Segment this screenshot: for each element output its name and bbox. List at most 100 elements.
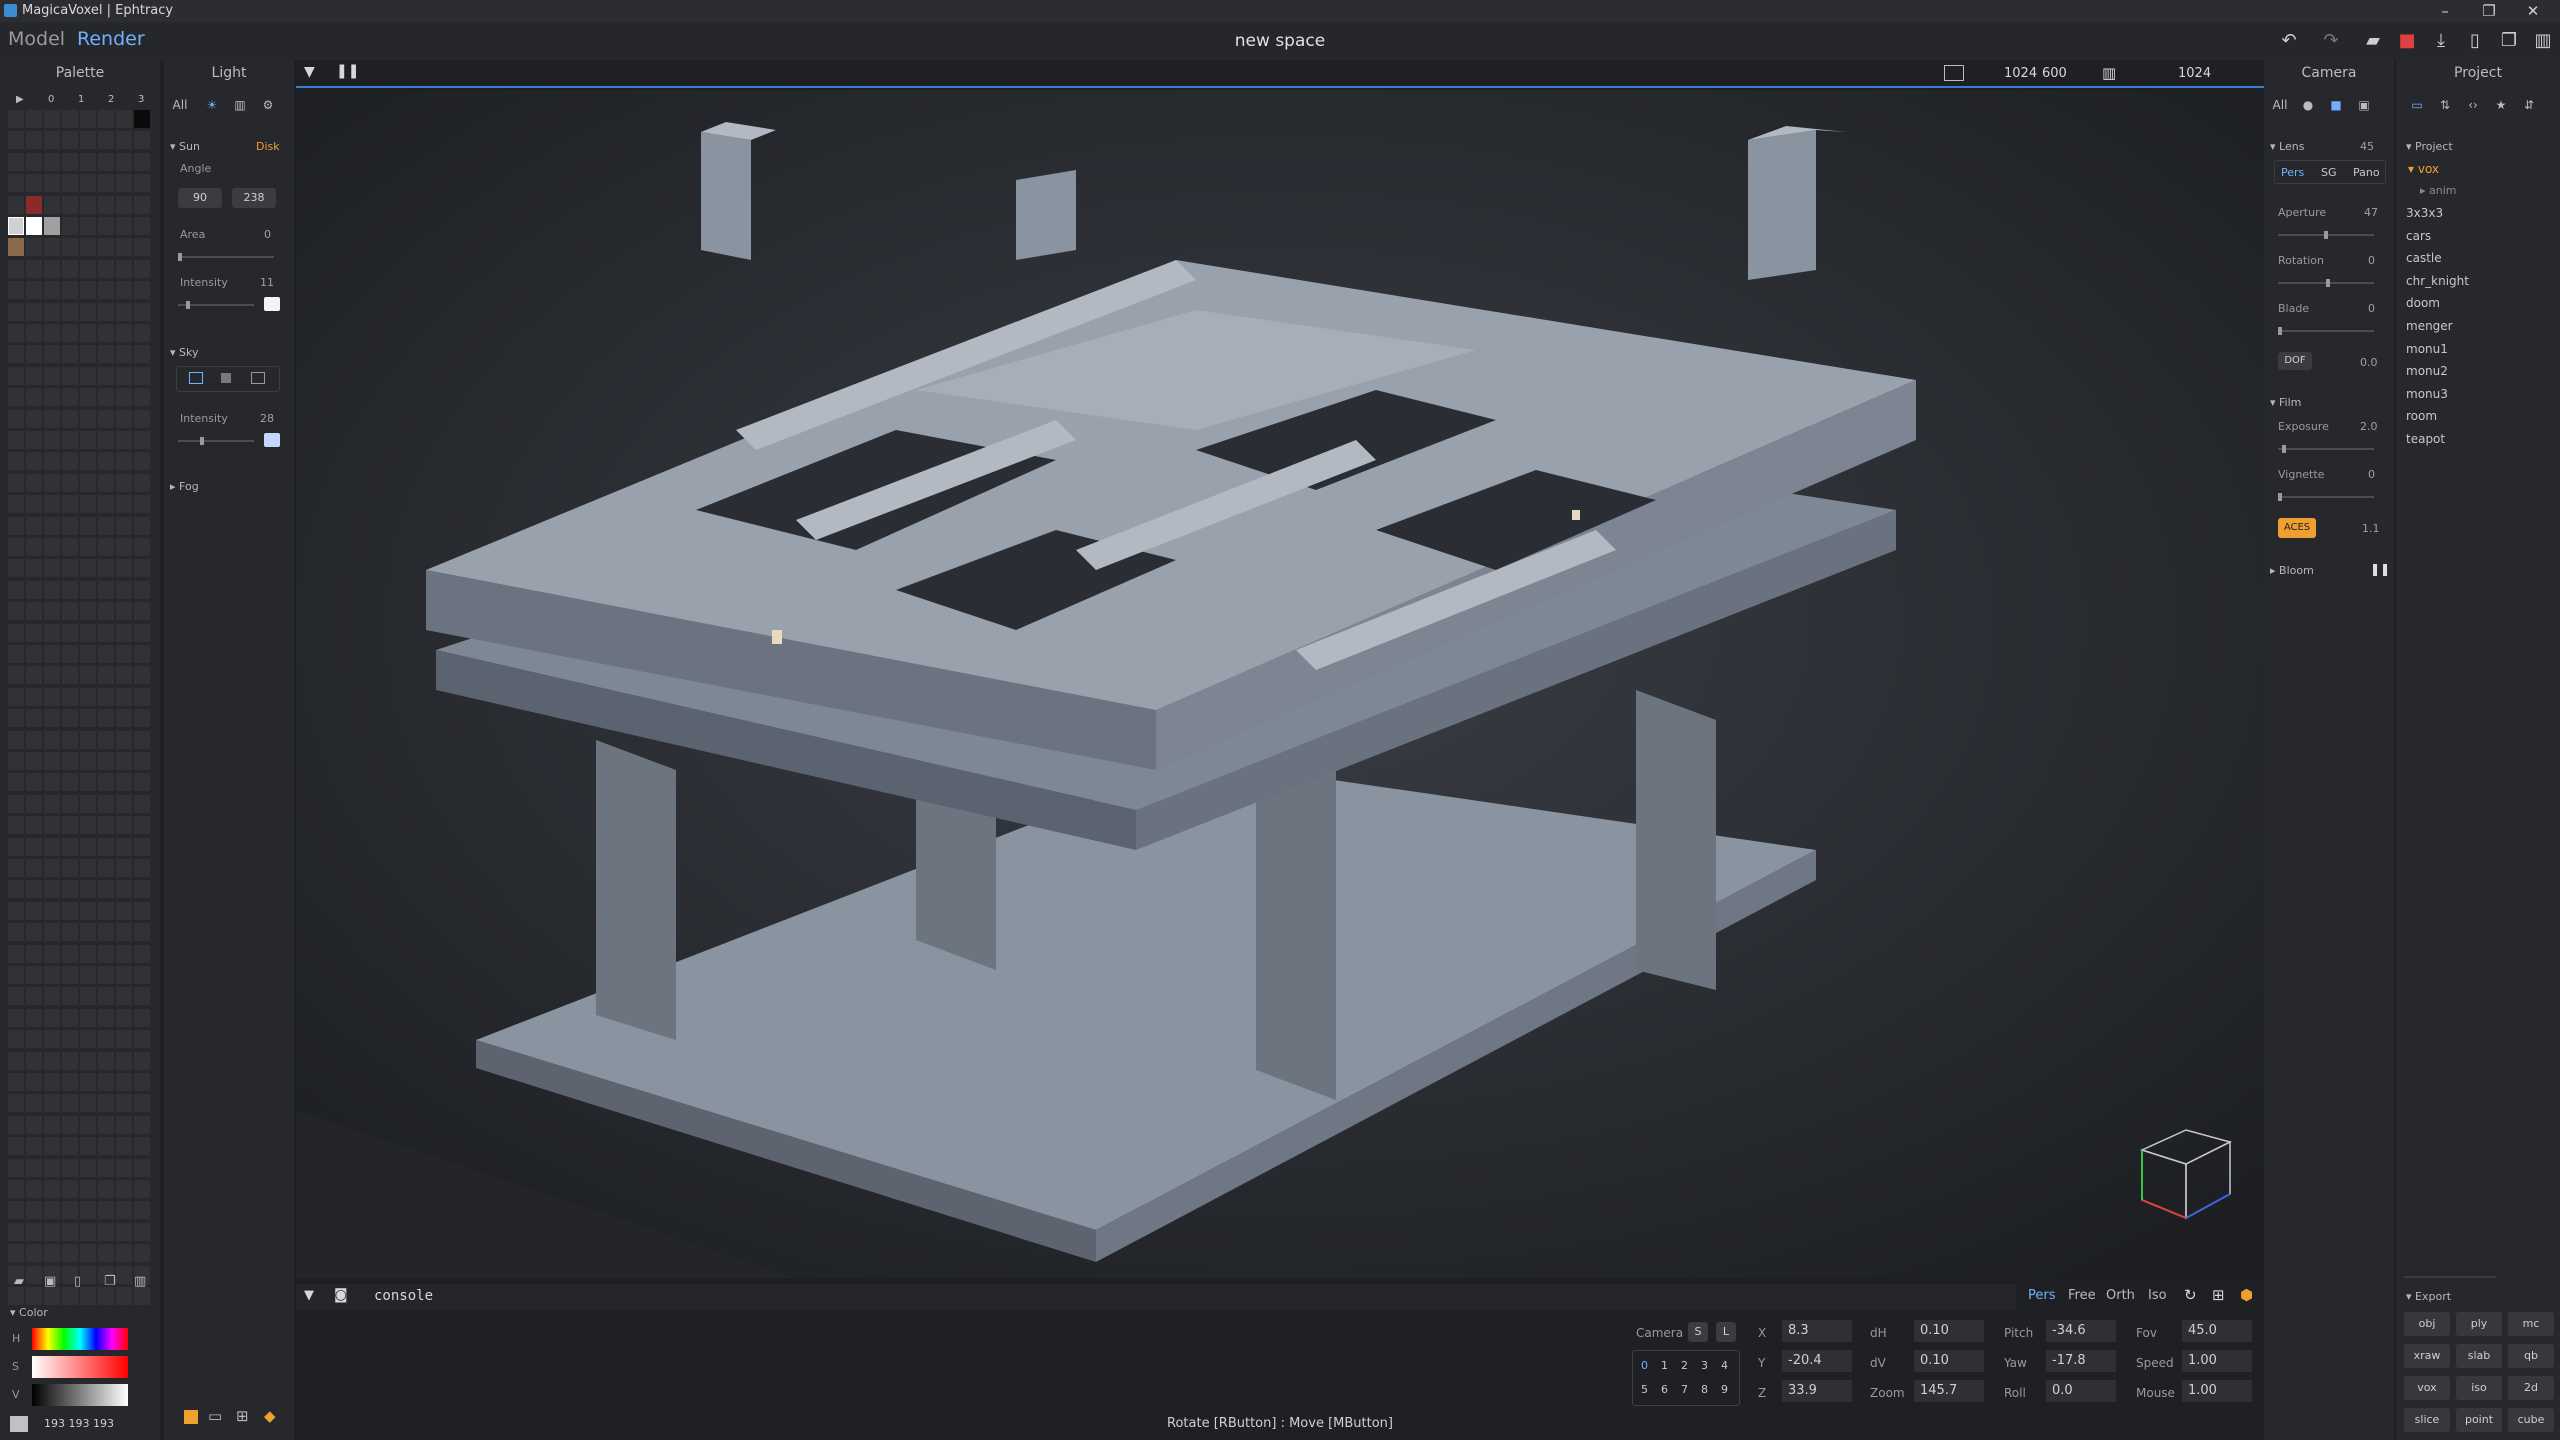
palette-swatch[interactable] (98, 174, 114, 193)
palette-swatch[interactable] (80, 666, 96, 685)
palette-swatch[interactable] (80, 1030, 96, 1049)
view-mode-orth[interactable]: Orth (2106, 1288, 2135, 1303)
palette-swatch[interactable] (62, 987, 78, 1006)
palette-swatch[interactable] (44, 452, 60, 471)
palette-page-0[interactable]: 0 (48, 94, 54, 105)
palette-swatch[interactable] (26, 559, 42, 578)
palette-swatch[interactable] (8, 645, 24, 663)
palette-swatch[interactable] (98, 666, 114, 685)
code-icon[interactable]: ‹› (2462, 94, 2484, 116)
palette-swatch[interactable] (98, 281, 114, 300)
palette-swatch[interactable] (8, 452, 24, 471)
film-section[interactable]: ▾ Film (2270, 396, 2301, 409)
view-mode-pers[interactable]: Pers (2028, 1288, 2056, 1303)
palette-swatch[interactable] (80, 1115, 96, 1134)
palette-swatch[interactable] (134, 452, 150, 471)
palette-swatch[interactable] (44, 281, 60, 300)
palette-swatch[interactable] (134, 495, 150, 514)
palette-swatch[interactable] (8, 816, 24, 835)
palette-swatch[interactable] (62, 880, 78, 899)
palette-swatch[interactable] (98, 366, 114, 385)
palette-swatch[interactable] (116, 709, 132, 728)
project-file-item[interactable]: teapot (2406, 432, 2445, 446)
palette-swatch[interactable] (26, 1287, 42, 1305)
palette-swatch[interactable] (116, 1287, 132, 1305)
project-file-item[interactable]: castle (2406, 251, 2442, 265)
palette-swatch[interactable] (26, 431, 42, 449)
palette-swatch[interactable] (44, 1051, 60, 1070)
palette-swatch[interactable] (44, 966, 60, 984)
reset-view-icon[interactable]: ↻ (2184, 1286, 2197, 1304)
palette-swatch[interactable] (62, 623, 78, 642)
palette-swatch[interactable] (26, 623, 42, 642)
palette-swatch[interactable] (116, 131, 132, 150)
palette-swatch[interactable] (26, 345, 42, 364)
palette-page-1[interactable]: 1 (78, 94, 84, 105)
palette-swatch[interactable] (26, 152, 42, 171)
palette-swatch[interactable] (80, 495, 96, 514)
cam-z-field[interactable]: 33.9 (1782, 1380, 1852, 1402)
palette-swatch[interactable] (8, 366, 24, 385)
video-camera-icon[interactable]: ■ (2324, 94, 2348, 116)
palette-swatch[interactable] (98, 1073, 114, 1091)
palette-swatch[interactable] (8, 1115, 24, 1134)
palette-swatch[interactable] (62, 773, 78, 792)
palette-swatch[interactable] (62, 666, 78, 685)
palette-swatch[interactable] (44, 794, 60, 813)
palette-swatch[interactable] (116, 602, 132, 621)
value-bar[interactable] (32, 1384, 128, 1406)
palette-new-icon[interactable]: ▯ (74, 1274, 81, 1289)
palette-swatch[interactable] (80, 602, 96, 621)
palette-swatch[interactable] (62, 152, 78, 171)
sky-image-icon[interactable] (251, 372, 265, 384)
palette-swatch[interactable] (134, 324, 150, 342)
redo-icon[interactable]: ↷ (2320, 30, 2342, 52)
palette-swatch[interactable] (8, 1287, 24, 1305)
palette-swatch[interactable] (26, 516, 42, 535)
palette-swatch[interactable] (8, 580, 24, 599)
palette-swatch[interactable] (62, 580, 78, 599)
sky-section[interactable]: ▾ Sky (170, 346, 199, 359)
palette-swatch[interactable] (62, 174, 78, 193)
palette-swatch[interactable] (116, 1244, 132, 1263)
palette-swatch[interactable] (8, 324, 24, 342)
projection-sg[interactable]: SG (2321, 166, 2337, 179)
palette-swatch[interactable] (116, 324, 132, 342)
cam-dh-field[interactable]: 0.10 (1914, 1320, 1984, 1342)
palette-swatch[interactable] (98, 495, 114, 514)
restore-icon[interactable]: ❐ (2480, 2, 2498, 20)
palette-swatch[interactable] (116, 1201, 132, 1220)
camera-save-button[interactable]: S (1688, 1322, 1708, 1342)
cam-x-field[interactable]: 8.3 (1782, 1320, 1852, 1342)
palette-swatch[interactable] (80, 131, 96, 150)
frame-icon[interactable]: ⊞ (2212, 1286, 2225, 1304)
palette-swatch[interactable] (8, 302, 24, 321)
order-icon[interactable]: ⇵ (2518, 94, 2540, 116)
palette-swatch[interactable] (44, 1094, 60, 1113)
aces-toggle[interactable]: ACES (2278, 518, 2316, 538)
palette-swatch[interactable] (44, 987, 60, 1006)
palette-swatch[interactable] (134, 152, 150, 171)
palette-swatch[interactable] (44, 901, 60, 920)
cube-view-icon[interactable]: ⬢ (2240, 1286, 2253, 1304)
palette-swatch[interactable] (134, 1158, 150, 1177)
palette-swatch[interactable] (98, 473, 114, 492)
palette-swatch[interactable] (80, 431, 96, 449)
palette-swatch[interactable] (62, 752, 78, 770)
palette-swatch[interactable] (98, 345, 114, 364)
palette-swatch[interactable] (134, 666, 150, 685)
palette-swatch[interactable] (8, 174, 24, 193)
palette-swatch[interactable] (116, 1051, 132, 1070)
palette-swatch[interactable] (26, 302, 42, 321)
palette-swatch[interactable] (134, 880, 150, 899)
palette-swatch[interactable] (44, 623, 60, 642)
palette-swatch[interactable] (134, 1094, 150, 1113)
palette-page-2[interactable]: 2 (108, 94, 114, 105)
export-slice-button[interactable]: slice (2404, 1408, 2450, 1432)
palette-swatch[interactable] (116, 837, 132, 856)
palette-swatch[interactable] (8, 281, 24, 300)
palette-swatch[interactable] (134, 538, 150, 556)
palette-swatch[interactable] (8, 752, 24, 770)
palette-swatch[interactable] (80, 302, 96, 321)
exposure-slider[interactable] (2278, 445, 2374, 453)
